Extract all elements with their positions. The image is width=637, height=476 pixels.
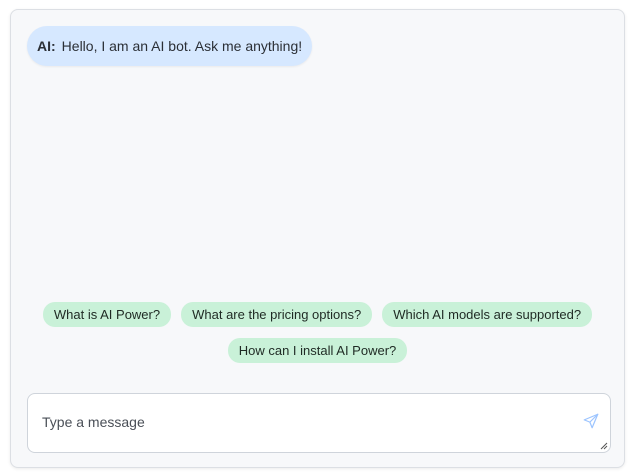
ai-message-bubble: AI: Hello, I am an AI bot. Ask me anythi… xyxy=(27,26,313,66)
chat-window: AI: Hello, I am an AI bot. Ask me anythi… xyxy=(10,9,625,468)
message-list: AI: Hello, I am an AI bot. Ask me anythi… xyxy=(11,10,624,290)
send-button[interactable] xyxy=(582,412,600,430)
send-icon xyxy=(583,413,599,429)
message-composer xyxy=(27,393,611,453)
suggestion-chip[interactable]: How can I install AI Power? xyxy=(227,338,408,363)
message-sender: AI: xyxy=(37,38,56,54)
message-text: Hello, I am an AI bot. Ask me anything! xyxy=(61,38,303,54)
suggestion-chip[interactable]: What is AI Power? xyxy=(42,302,172,327)
suggestion-chip[interactable]: Which AI models are supported? xyxy=(382,302,593,327)
suggestion-chip[interactable]: What are the pricing options? xyxy=(181,302,373,327)
resize-handle-icon[interactable] xyxy=(600,442,608,450)
message-input[interactable] xyxy=(28,394,610,452)
suggested-questions: What is AI Power? What are the pricing o… xyxy=(11,302,624,363)
